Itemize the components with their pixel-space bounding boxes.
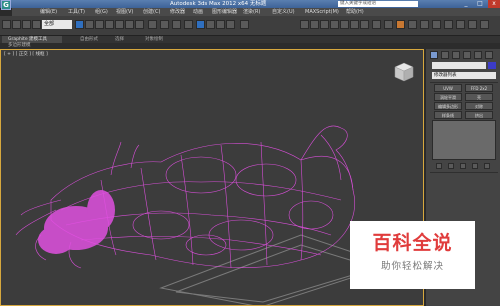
undo-icon[interactable] [2, 20, 11, 29]
rendered-frame-icon[interactable] [384, 20, 393, 29]
app-logo-icon[interactable]: G [1, 0, 11, 10]
modifier-stack-list[interactable] [432, 120, 496, 160]
pin-stack-icon[interactable] [436, 163, 442, 169]
watermark-title: 百科全说 [372, 232, 453, 254]
panel-divider [430, 172, 498, 173]
menu-modifiers[interactable]: 修改器 [170, 8, 185, 16]
configure-modifier-sets-icon[interactable] [484, 163, 490, 169]
menu-views[interactable]: 视图(V) [116, 8, 133, 16]
object-name-field[interactable] [432, 62, 486, 69]
selection-region-icon[interactable] [95, 20, 104, 29]
menu-tools[interactable]: 工具(T) [68, 8, 85, 16]
minimize-button[interactable]: _ [460, 0, 472, 8]
modifier-button-turbosmooth[interactable]: 涡轮平滑 [434, 93, 462, 101]
modifier-button-symmetry[interactable]: 对称 [465, 102, 493, 110]
align-icon[interactable] [310, 20, 319, 29]
tab-selection[interactable]: 选择 [115, 36, 124, 43]
help-search-input[interactable]: 键入关键字或短语 [338, 1, 418, 7]
modifier-list-dropdown[interactable]: 修改器列表 [432, 72, 496, 79]
effects-icon[interactable] [456, 20, 465, 29]
viewcube-icon[interactable] [392, 60, 416, 84]
spinner-snap-icon[interactable] [226, 20, 235, 29]
select-link-icon[interactable] [22, 20, 31, 29]
maximize-button[interactable]: □ [474, 0, 486, 8]
layer-manager-icon[interactable] [320, 20, 329, 29]
window-title: Autodesk 3ds Max 2012 x64 无标题 [170, 1, 267, 7]
redo-icon[interactable] [12, 20, 21, 29]
modifier-button-uvw[interactable]: UVW [434, 84, 462, 92]
modifier-button-shell[interactable]: 壳 [465, 93, 493, 101]
modifier-button-edit-poly[interactable]: 编辑多边形 [434, 102, 462, 110]
remove-modifier-icon[interactable] [472, 163, 478, 169]
pivot-center-icon[interactable] [160, 20, 169, 29]
ribbon-bar [0, 36, 500, 43]
material-editor-icon[interactable] [360, 20, 369, 29]
schematic-view-icon[interactable] [350, 20, 359, 29]
menu-graph-editors[interactable]: 图形编辑器 [212, 8, 237, 16]
make-unique-icon[interactable] [460, 163, 466, 169]
render-production-icon[interactable] [396, 20, 405, 29]
keyboard-shortcut-icon[interactable] [184, 20, 193, 29]
creature-dense-head [38, 190, 115, 254]
object-color-swatch[interactable] [488, 62, 496, 69]
menu-rendering[interactable]: 渲染(R) [243, 8, 260, 16]
tab-hierarchy-icon[interactable] [452, 51, 460, 59]
mirror-icon[interactable] [300, 20, 309, 29]
curve-editor-icon[interactable] [340, 20, 349, 29]
tab-create-icon[interactable] [430, 51, 438, 59]
tab-freeform[interactable]: 自由形式 [80, 36, 98, 43]
render-preset-icon[interactable] [480, 20, 489, 29]
viewport-label[interactable]: [ + ] [ 正交 ] [ 线框 ] [4, 51, 48, 57]
named-selection-icon[interactable] [240, 20, 249, 29]
select-manipulate-icon[interactable] [172, 20, 181, 29]
move-icon[interactable] [115, 20, 124, 29]
menu-edit[interactable]: 编辑(E) [40, 8, 57, 16]
select-by-name-icon[interactable] [85, 20, 94, 29]
render-iterative-icon[interactable] [408, 20, 417, 29]
graphite-toggle-icon[interactable] [330, 20, 339, 29]
render-message-icon[interactable] [468, 20, 477, 29]
panel-divider [430, 82, 498, 83]
percent-snap-icon[interactable] [216, 20, 225, 29]
activeshade-icon[interactable] [420, 20, 429, 29]
tab-motion-icon[interactable] [463, 51, 471, 59]
environment-icon[interactable] [444, 20, 453, 29]
modifier-button-ffd[interactable]: FFD 2x2 [465, 84, 493, 92]
scale-icon[interactable] [135, 20, 144, 29]
menu-animation[interactable]: 动画 [193, 8, 203, 16]
menu-create[interactable]: 创建(C) [143, 8, 160, 16]
modifier-button-spline[interactable]: 样条线 [434, 111, 462, 119]
menu-maxscript[interactable]: MAXScript(M) [305, 8, 339, 16]
tab-modify-icon[interactable] [441, 51, 449, 59]
render-to-texture-icon[interactable] [432, 20, 441, 29]
modifier-button-extrude[interactable]: 挤出 [465, 111, 493, 119]
select-object-icon[interactable] [75, 20, 84, 29]
watermark-subtitle: 助你轻松解决 [380, 261, 444, 272]
bind-space-warp-icon[interactable] [32, 20, 41, 29]
show-end-result-icon[interactable] [448, 163, 454, 169]
render-setup-icon[interactable] [372, 20, 381, 29]
selection-filter-dropdown[interactable]: 全部 [42, 20, 72, 29]
tab-object-paint[interactable]: 对象绘制 [145, 36, 163, 43]
reference-coordinate-icon[interactable] [148, 20, 157, 29]
angle-snap-icon[interactable] [206, 20, 215, 29]
snap-toggle-icon[interactable] [196, 20, 205, 29]
menu-customize[interactable]: 自定义(U) [272, 8, 295, 16]
window-crossing-icon[interactable] [105, 20, 114, 29]
tab-graphite-modeling[interactable]: Graphite 建模工具 [2, 36, 62, 43]
tab-display-icon[interactable] [474, 51, 482, 59]
rotate-icon[interactable] [125, 20, 134, 29]
close-button[interactable]: x [488, 0, 500, 8]
menu-help[interactable]: 帮助(H) [346, 8, 364, 16]
tab-utilities-icon[interactable] [485, 51, 493, 59]
menu-group[interactable]: 组(G) [95, 8, 108, 16]
